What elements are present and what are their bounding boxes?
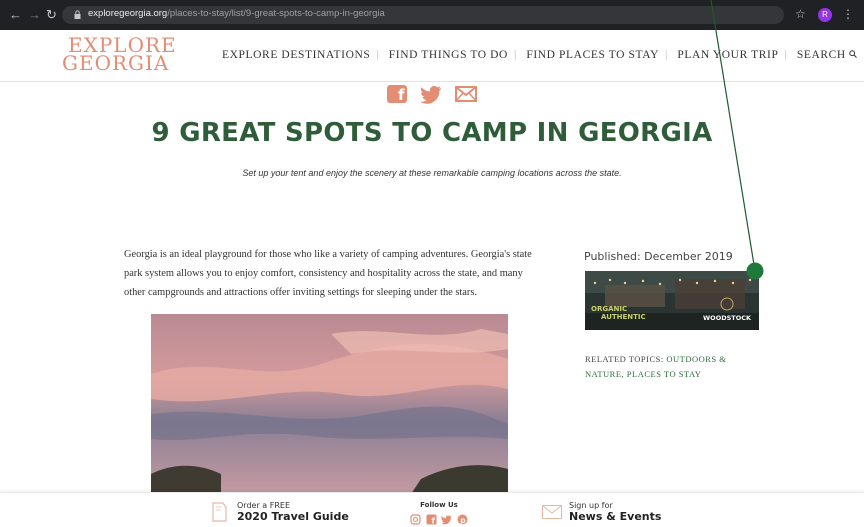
envelope-icon — [542, 505, 562, 519]
travel-guide-link[interactable]: Order a FREE 2020 Travel Guide — [237, 501, 349, 523]
advert-text2: AUTHENTIC — [601, 313, 646, 321]
email-icon[interactable] — [455, 84, 477, 104]
nav-find-places-to-stay[interactable]: FIND PLACES TO STAY — [526, 49, 659, 61]
kebab-menu-icon[interactable]: ⋮ — [842, 7, 854, 21]
nav-divider: | — [784, 49, 788, 61]
newsletter-signup-link[interactable]: Sign up for News & Events — [569, 501, 661, 523]
nav-explore-destinations[interactable]: EXPLORE DESTINATIONS — [222, 49, 370, 61]
published-date: Published: December 2019 — [584, 250, 733, 263]
follow-us-label: Follow Us — [420, 501, 458, 509]
twitter-icon[interactable] — [441, 514, 452, 525]
nav-find-things-to-do[interactable]: FIND THINGS TO DO — [389, 49, 508, 61]
nav-divider: | — [376, 49, 380, 61]
lock-icon — [74, 10, 81, 19]
pinterest-icon[interactable]: p — [457, 514, 468, 525]
nav-search[interactable]: SEARCH — [797, 49, 846, 61]
reload-icon[interactable]: ↻ — [46, 7, 57, 23]
magnifier-icon[interactable] — [849, 50, 858, 58]
svg-text:f: f — [398, 86, 405, 104]
page-subtitle: Set up your tent and enjoy the scenery a… — [242, 168, 622, 178]
address-bar[interactable]: exploregeorgia.org/places-to-stay/list/9… — [62, 6, 784, 24]
site-logo[interactable]: EXPLORE GEORGIA — [62, 35, 177, 75]
sidebar-advert[interactable]: ORGANIC AUTHENTIC WOODSTOCK — [585, 271, 759, 330]
star-icon[interactable]: ☆ — [795, 7, 806, 21]
related-topics-label: RELATED TOPICS: — [585, 354, 664, 364]
main-nav: EXPLORE DESTINATIONS | FIND THINGS TO DO |… — [222, 49, 858, 61]
advert-brand: WOODSTOCK — [703, 314, 752, 322]
logo-line2: GEORGIA — [62, 51, 170, 75]
url-path: /places-to-stay/list/9-great-spots-to-ca… — [167, 8, 385, 19]
forward-arrow-icon[interactable]: → — [28, 7, 41, 23]
svg-text:f: f — [431, 517, 435, 526]
instagram-icon[interactable] — [410, 514, 421, 525]
article-photo — [151, 314, 508, 494]
nav-plan-your-trip[interactable]: PLAN YOUR TRIP — [677, 49, 778, 61]
advert-text1: ORGANIC — [591, 305, 628, 313]
browser-toolbar: ← → ↻ exploregeorgia.org/places-to-stay/… — [0, 0, 864, 30]
url-domain: exploregeorgia.org — [88, 8, 168, 19]
page-title: 9 GREAT SPOTS TO CAMP IN GEORGIA — [151, 118, 713, 148]
site-header: EXPLORE GEORGIA EXPLORE DESTINATIONS | FI… — [0, 30, 864, 82]
facebook-icon[interactable]: f — [386, 84, 408, 104]
intro-paragraph: Georgia is an ideal playground for those… — [124, 249, 532, 298]
nav-divider: | — [513, 49, 517, 61]
facebook-icon[interactable]: f — [426, 514, 437, 526]
back-arrow-icon[interactable]: ← — [9, 7, 22, 23]
profile-avatar[interactable]: R — [818, 8, 832, 22]
guide-big-text: 2020 Travel Guide — [237, 510, 349, 523]
guide-book-icon — [212, 502, 227, 522]
follow-us: Follow Us f p — [408, 501, 470, 526]
signup-small-text: Sign up for — [569, 501, 613, 510]
related-topics: RELATED TOPICS: OUTDOORS & NATURE, PLACE… — [585, 354, 727, 379]
twitter-icon[interactable] — [420, 84, 442, 104]
advert-tagline: ORGANIC AUTHENTIC — [591, 305, 646, 321]
related-link-places[interactable]: PLACES TO STAY — [627, 369, 702, 379]
url-text: exploregeorgia.org/places-to-stay/list/9… — [88, 8, 385, 19]
guide-small-text: Order a FREE — [237, 501, 290, 510]
signup-big-text: News & Events — [569, 510, 662, 523]
nav-divider: | — [665, 49, 668, 61]
svg-text:p: p — [460, 516, 466, 525]
sticky-footer: Order a FREE 2020 Travel Guide Follow Us… — [0, 492, 864, 527]
